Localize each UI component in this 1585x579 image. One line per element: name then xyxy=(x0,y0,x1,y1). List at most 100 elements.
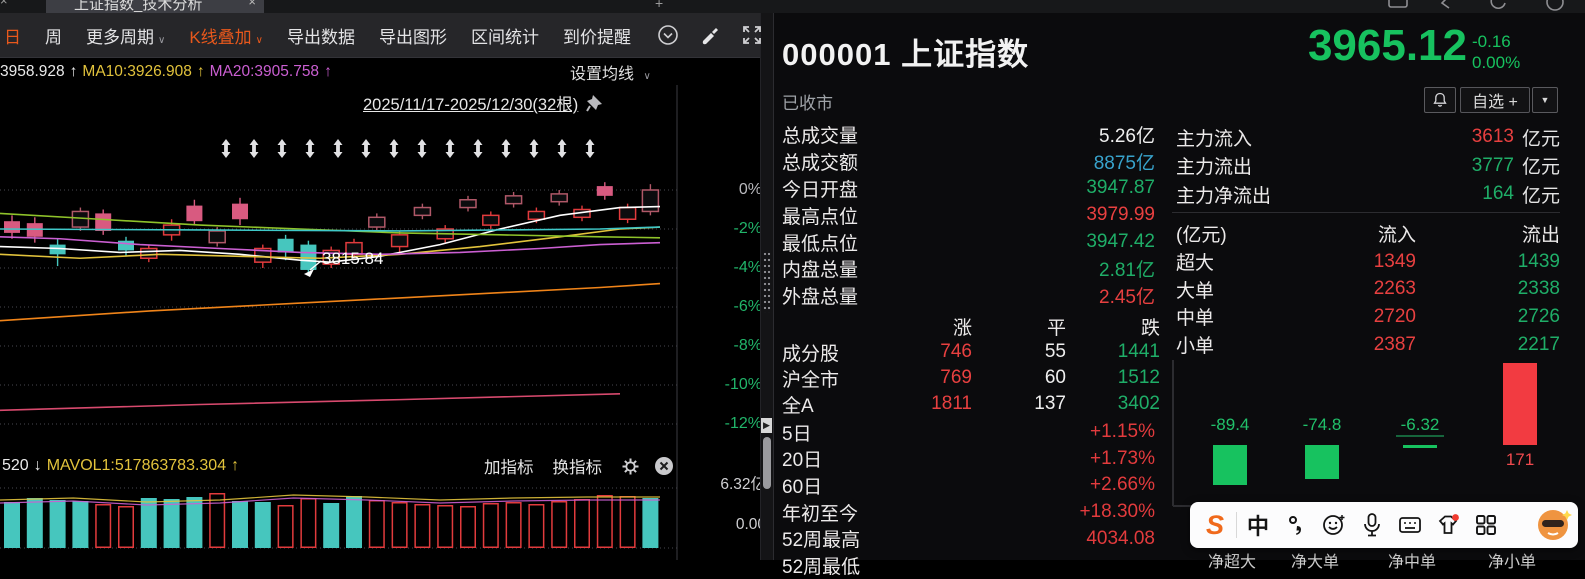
flow-row: 主力流入 3613 亿元 xyxy=(1176,126,1560,150)
updown-arrow-icon xyxy=(557,139,567,158)
tab-close-icon[interactable]: × xyxy=(248,0,256,9)
toolbar-item-export-data[interactable]: 导出数据 xyxy=(287,23,355,48)
switch-indicator-button[interactable]: 换指标 xyxy=(553,454,603,478)
market-status: 已收市 xyxy=(782,94,833,113)
svg-text:-89.4: -89.4 xyxy=(1211,415,1250,434)
divider xyxy=(1172,212,1560,213)
table-row: 小单 2387 2217 xyxy=(1176,333,1560,358)
ma10-value: MA10:3926.908 xyxy=(82,63,192,80)
close-indicator-icon[interactable] xyxy=(654,456,674,476)
change-percent: 0.00% xyxy=(1472,53,1521,72)
trading-app-window: { "palette": { "accent_orange": "#e8581c… xyxy=(0,0,1585,578)
axis-tick-label: -10% xyxy=(724,376,762,393)
last-price: 3965.12 xyxy=(1307,21,1467,70)
capital-flow-summary: 主力流入 3613 亿元 主力流出 3777 亿元 主力净流出 164 亿元 xyxy=(1176,123,1560,209)
stat-row: 最高点位 3979.99 xyxy=(782,204,1155,228)
toolbar-item-export-image[interactable]: 导出图形 xyxy=(379,23,447,48)
ime-mascot-icon[interactable] xyxy=(1534,504,1574,544)
breadth-header: 涨 平 跌 xyxy=(952,317,1160,339)
quote-stats-list: 总成交量 5.26亿 总成交额 8875亿 今日开盘 3947.87 最高点位 3979… xyxy=(782,121,1155,309)
dropdown-caret-icon: ▼ xyxy=(1540,95,1550,105)
updown-arrow-icon xyxy=(417,139,427,158)
toolbar-item-daily[interactable]: 日 xyxy=(4,23,21,48)
updown-arrow-icon xyxy=(389,139,399,158)
updown-arrow-icon xyxy=(529,139,539,158)
svg-text:-6.32: -6.32 xyxy=(1401,415,1440,434)
flow-bar-category: 净中单 xyxy=(1387,554,1436,571)
new-tab-button[interactable]: + xyxy=(655,0,663,11)
table-row: 成分股 746 55 1441 xyxy=(782,341,1160,365)
add-indicator-button[interactable]: 加指标 xyxy=(484,454,534,478)
chevron-down-icon: ∨ xyxy=(255,34,263,46)
up-arrow-icon: ↑ xyxy=(196,63,205,80)
ime-toolbar: S 中 xyxy=(1190,502,1578,548)
tshirt-icon xyxy=(1438,514,1459,534)
market-breadth-table: 涨 平 跌 成分股 746 55 1441 沪全市 769 60 1512 全A… xyxy=(782,313,1160,417)
ime-logo-button[interactable]: S xyxy=(1196,506,1234,544)
ma-settings-button[interactable]: 设置均线 ∨ xyxy=(570,60,656,84)
list-item: 52周最低 xyxy=(782,556,861,578)
toolbar-item-weekly[interactable]: 周 xyxy=(45,23,62,48)
stat-row: 今日开盘 3947.87 xyxy=(782,177,1155,201)
divider xyxy=(1236,512,1237,538)
chart-toolbar: 日 周 更多周期 ∨ K线叠加 ∨ 导出数据 导出图形 区间统计 到价提醒 xyxy=(0,13,763,58)
tab-active[interactable]: 上证指数_技术分析 × xyxy=(46,0,264,13)
updown-arrow-icon xyxy=(221,139,231,158)
list-item: 52周最高 4034.08 xyxy=(782,527,1155,552)
pin-icon[interactable] xyxy=(584,92,606,114)
ime-toolbox-button[interactable] xyxy=(1467,506,1505,544)
axis-tick-label: -4% xyxy=(733,259,762,276)
smiley-icon xyxy=(1323,515,1345,535)
brush-icon[interactable] xyxy=(699,24,721,46)
ime-emoji-button[interactable] xyxy=(1315,506,1353,544)
updown-arrow-icon xyxy=(445,139,455,158)
ime-skin-button[interactable] xyxy=(1429,506,1467,544)
history-circle-icon[interactable] xyxy=(657,24,679,46)
vol-value: 520 xyxy=(2,457,29,474)
axis-tick-label: -8% xyxy=(733,337,762,354)
page-title: 000001 上证指数 xyxy=(782,37,1030,72)
pane-splitter[interactable]: ▶ xyxy=(760,13,774,560)
list-item: 60日 +2.66% xyxy=(782,474,1155,498)
date-range[interactable]: 2025/11/17-2025/12/30(32根) xyxy=(363,91,606,115)
add-watchlist-button[interactable]: 自选 + xyxy=(1460,87,1530,113)
list-item: 5日 +1.15% xyxy=(782,421,1155,445)
tab-partial-close[interactable]: × xyxy=(0,0,40,8)
price-annotation: 3815.84 xyxy=(322,249,384,268)
splitter-grip[interactable] xyxy=(763,251,771,313)
stat-row: 最低点位 3947.42 xyxy=(782,231,1155,255)
grid-icon xyxy=(1476,515,1496,535)
ma-legend: 3958.928 ↑ MA10:3926.908 ↑ MA20:3905.758… xyxy=(0,60,760,84)
table-row: 全A 1811 137 3402 xyxy=(782,393,1160,417)
up-arrow-icon: ↑ xyxy=(231,457,240,474)
list-item: 年初至今 +18.30% xyxy=(782,501,1155,525)
ime-keyboard-button[interactable] xyxy=(1391,506,1429,544)
ime-punctuation-button[interactable] xyxy=(1277,506,1315,544)
monitor-icon xyxy=(1388,0,1408,8)
collapse-panel-button[interactable]: ▶ xyxy=(761,418,772,433)
toolbar-item-range-stats[interactable]: 区间统计 xyxy=(471,23,539,48)
stat-row: 总成交额 8875亿 xyxy=(782,152,1155,174)
up-arrow-icon: ↑ xyxy=(69,63,78,80)
table-row: 中单 2720 2726 xyxy=(1176,305,1560,330)
flow-row: 主力流出 3777 亿元 xyxy=(1176,154,1560,179)
expand-icon[interactable] xyxy=(741,24,763,46)
gear-icon[interactable] xyxy=(621,457,640,476)
toolbar-item-kline-overlay[interactable]: K线叠加 ∨ xyxy=(189,23,263,48)
change-value: -0.16 xyxy=(1472,32,1511,51)
scrollbar-thumb[interactable] xyxy=(763,437,771,489)
flow-table-header: (亿元) 流入 流出 xyxy=(1176,224,1560,246)
stat-row: 外盘总量 2.45亿 xyxy=(782,287,1155,309)
alert-bell-button[interactable] xyxy=(1424,87,1456,113)
watchlist-dropdown-button[interactable]: ▼ xyxy=(1532,87,1558,113)
ime-language-button[interactable]: 中 xyxy=(1239,506,1277,544)
updown-arrow-icon xyxy=(333,139,343,158)
toolbar-item-price-alert[interactable]: 到价提醒 xyxy=(563,23,631,48)
ime-voice-button[interactable] xyxy=(1353,506,1391,544)
window-control-icons[interactable] xyxy=(1383,0,1573,13)
volume-header: 520 ↓ MAVOL1:517863783.304 ↑ 加指标 换指标 xyxy=(0,454,760,478)
refresh-icon xyxy=(1490,0,1506,9)
updown-arrow-icon xyxy=(277,139,287,158)
toolbar-item-more-periods[interactable]: 更多周期 ∨ xyxy=(86,23,165,48)
ma20-value: MA20:3905.758 xyxy=(209,63,320,80)
